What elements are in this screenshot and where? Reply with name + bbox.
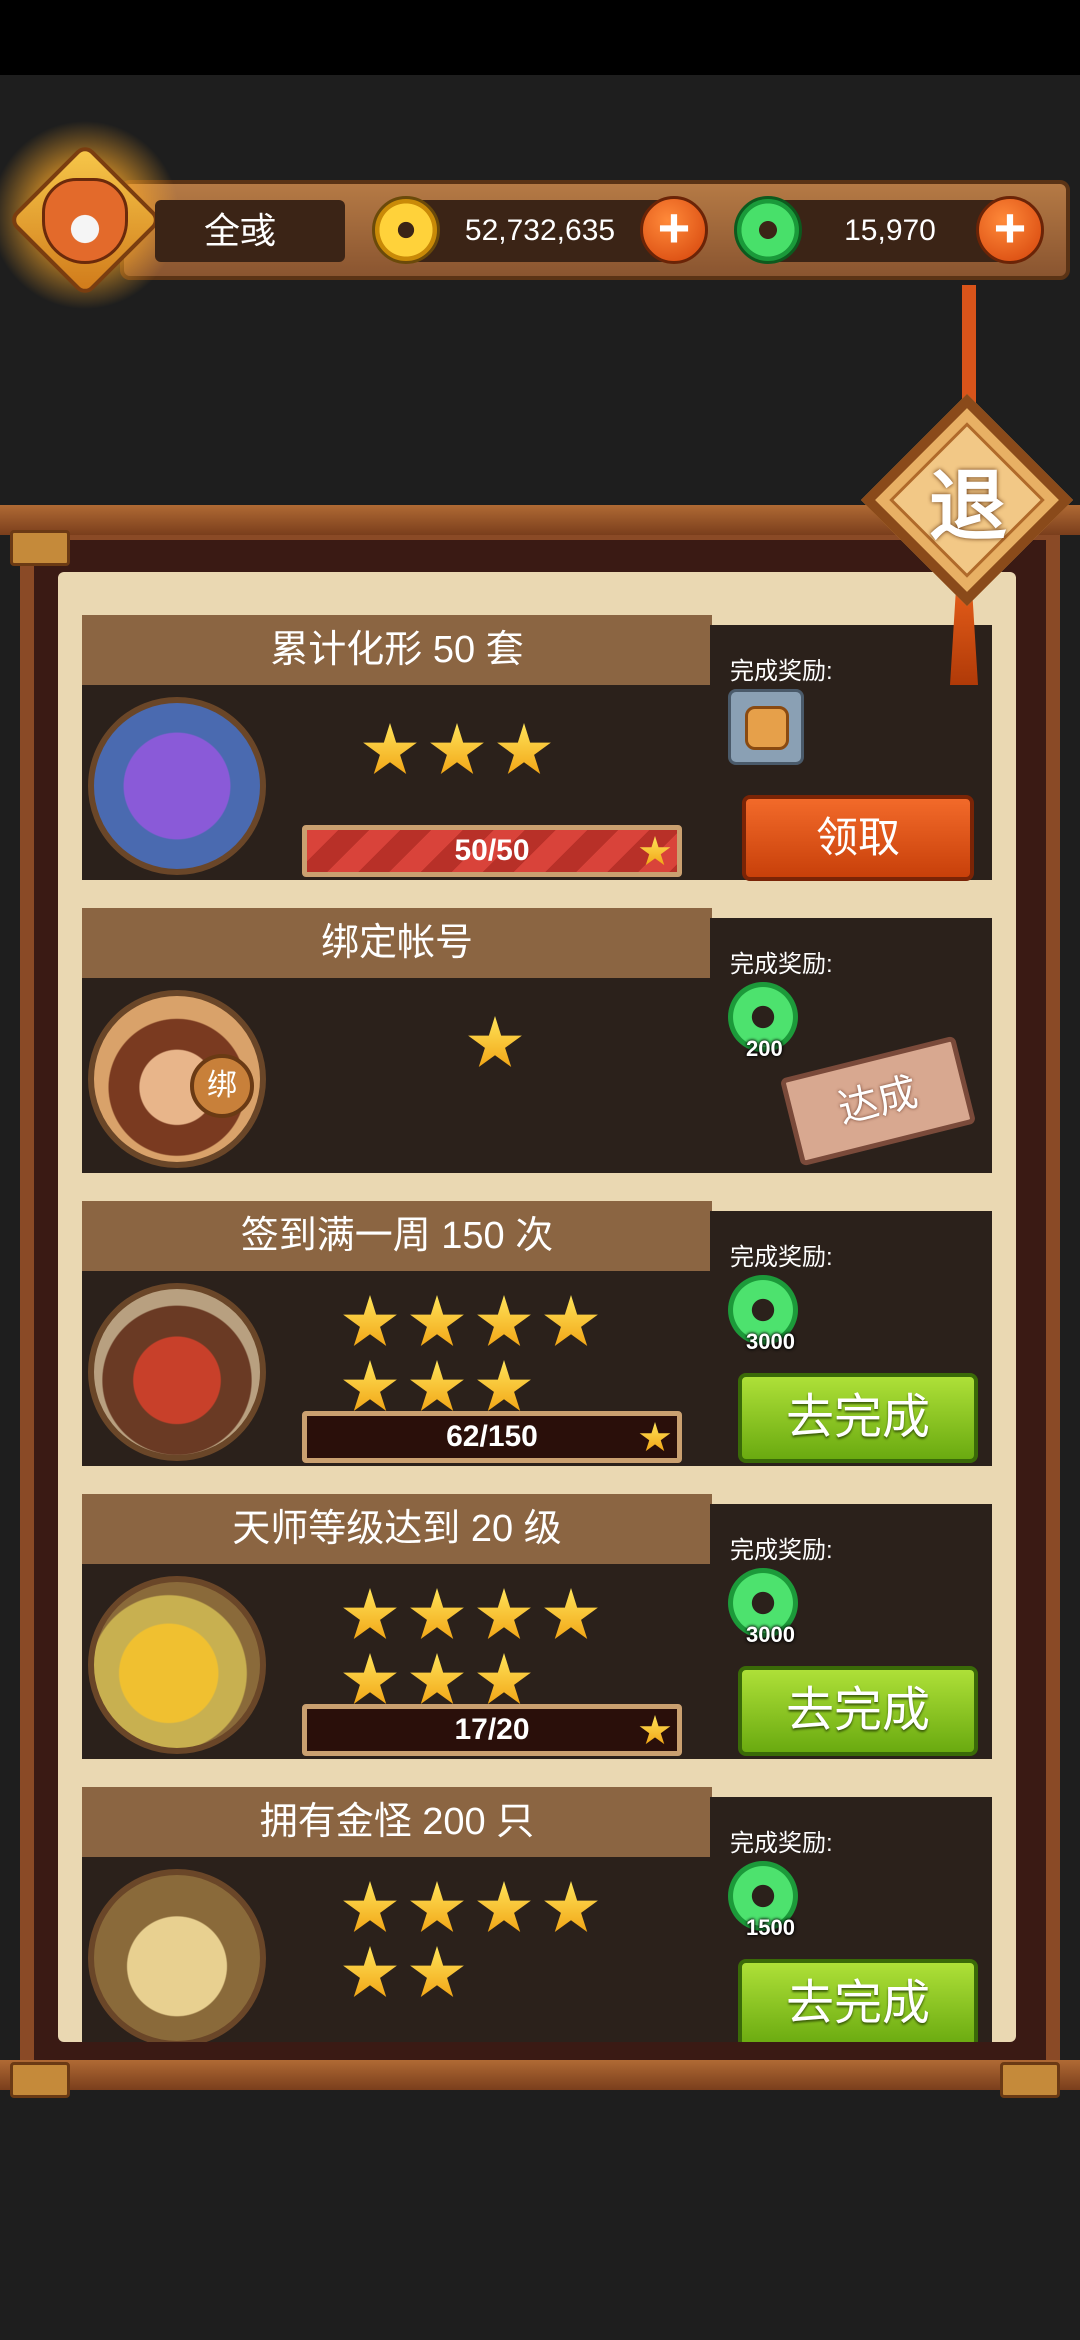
board-bottom-rail [0,2060,1080,2090]
star-icon [410,1588,464,1639]
progress-bar: 17/20 [302,1704,682,1756]
add-jade-button[interactable]: + [976,196,1044,264]
task-card: 绑定帐号绑完成奖励: 200 达成 [82,908,992,1178]
claim-button[interactable]: 领取 [742,795,974,881]
task-list[interactable]: 累计化形 50 套 50/50 完成奖励: 领取 绑定帐号绑完成奖励: 200 达成 签到满一… [58,572,1016,2042]
jade-value: 15,970 [844,214,936,247]
coin-icon [372,196,440,264]
star-icon [410,1295,464,1346]
task-title: 天师等级达到 20 级 [232,1508,562,1550]
coin-value: 52,732,635 [464,214,616,247]
star-icon [343,1360,397,1411]
star-icon [410,1653,464,1704]
reward-quantity: 1500 [746,1915,795,1940]
task-title: 拥有金怪 200 只 [259,1801,535,1843]
star-icon [477,1881,531,1932]
star-icon [468,1016,522,1067]
star-icon [477,1295,531,1346]
progress-text: 62/150 [446,1420,538,1453]
star-icon [430,723,484,774]
star-icon [410,1881,464,1932]
jade-reward[interactable]: 3000 [728,1275,804,1354]
task-portrait-icon [88,1576,266,1754]
task-card: 签到满一周 150 次 62/150 完成奖励: 3000 去完成 [82,1201,992,1471]
task-card: 累计化形 50 套 50/50 完成奖励: 领取 [82,615,992,885]
star-icon [343,1881,397,1932]
star-icon [477,1588,531,1639]
task-card: 拥有金怪 200 只完成奖励: 1500 去完成 [82,1787,992,2042]
go-complete-button[interactable]: 去完成 [738,1959,978,2042]
star-icon [410,1360,464,1411]
bind-badge-icon: 绑 [190,1054,254,1118]
task-title: 累计化形 50 套 [270,629,524,671]
task-portrait-icon [88,1869,266,2042]
task-title: 绑定帐号 [320,922,473,964]
reward-quantity: 3000 [746,1622,795,1647]
star-rating [342,1881,662,2011]
go-complete-button[interactable]: 去完成 [738,1666,978,1756]
progress-text: 17/20 [454,1713,530,1746]
reward-quantity: 3000 [746,1329,795,1354]
star-icon [343,1588,397,1639]
player-name: 全彧 [203,210,276,251]
star-rating [342,1295,662,1425]
reward-label: 完成奖励: [730,1537,833,1564]
go-complete-button[interactable]: 去完成 [738,1373,978,1463]
reward-quantity: 200 [746,1036,783,1061]
jade-reward[interactable]: 1500 [728,1861,804,1940]
task-portrait-icon [88,1283,266,1461]
reward-label: 完成奖励: [730,951,833,978]
token-reward-icon[interactable] [728,689,804,765]
rivet-icon [10,530,70,566]
task-card: 天师等级达到 20 级 17/20 完成奖励: 3000 去完成 [82,1494,992,1764]
jade-reward[interactable]: 200 [728,982,804,1061]
star-icon [497,723,551,774]
fox-avatar-icon[interactable] [42,178,128,264]
status-bar [0,0,1080,75]
star-icon [363,723,417,774]
star-rating [342,1588,662,1718]
progress-bar: 62/150 [302,1411,682,1463]
rivet-icon [10,2062,70,2098]
reward-label: 完成奖励: [730,1830,833,1857]
exit-label[interactable]: 退 [918,456,1018,556]
task-portrait-icon [88,697,266,875]
token-face-icon [745,706,789,750]
task-title: 签到满一周 150 次 [240,1215,554,1257]
reward-label: 完成奖励: [730,1244,833,1271]
star-icon [477,1653,531,1704]
jade-icon [734,196,802,264]
jade-reward[interactable]: 3000 [728,1568,804,1647]
progress-text: 50/50 [454,834,530,867]
star-icon [544,1588,598,1639]
star-rating [362,723,682,788]
star-icon [477,1360,531,1411]
reward-label: 完成奖励: [730,658,833,685]
star-icon [343,1295,397,1346]
rivet-icon [1000,2062,1060,2098]
star-icon [544,1881,598,1932]
star-icon [343,1946,397,1997]
add-coins-button[interactable]: + [640,196,708,264]
star-icon [410,1946,464,1997]
progress-bar: 50/50 [302,825,682,877]
star-icon [343,1653,397,1704]
star-icon [544,1295,598,1346]
